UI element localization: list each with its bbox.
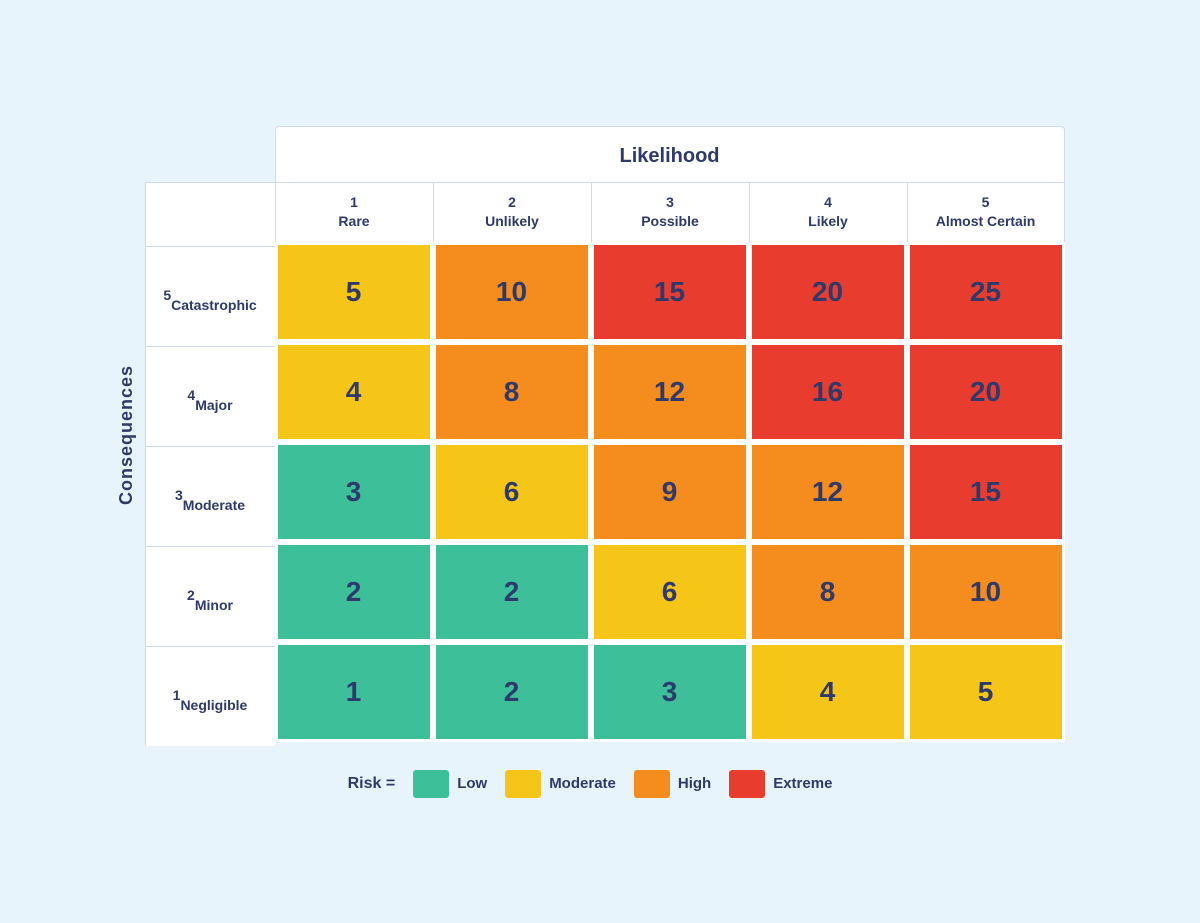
grid-section: 5Catastrophic4Major3Moderate2Minor1Negli… (145, 182, 1065, 746)
grid-cell: 20 (749, 242, 907, 342)
legend-swatch-moderate (505, 770, 541, 798)
legend-item: Low (413, 770, 487, 798)
grid-cell: 12 (749, 442, 907, 542)
grid-row: 12345 (275, 642, 1065, 742)
grid-cell: 2 (433, 542, 591, 642)
corner-cell (145, 182, 275, 246)
legend-item: High (634, 770, 711, 798)
col-headers-row: 1Rare2Unlikely3Possible4Likely5Almost Ce… (275, 182, 1065, 242)
col-header: 4Likely (749, 182, 907, 242)
grid-rows: 51015202548121620369121522681012345 (275, 242, 1065, 742)
grid-cell: 5 (275, 242, 433, 342)
matrix-inner: Likelihood 5Catastrophic4Major3Moderate2… (145, 126, 1065, 746)
grid-cell: 20 (907, 342, 1065, 442)
grid-cell: 8 (433, 342, 591, 442)
legend-label: High (678, 775, 711, 792)
chart-container: Consequences Likelihood 5Catastrophic4Ma… (96, 96, 1105, 828)
row-label-cell: 2Minor (145, 546, 275, 646)
grid-cell: 12 (591, 342, 749, 442)
row-label-cell: 3Moderate (145, 446, 275, 546)
grid-cell: 6 (433, 442, 591, 542)
matrix-wrapper: Consequences Likelihood 5Catastrophic4Ma… (116, 126, 1065, 746)
legend-swatch-high (634, 770, 670, 798)
likelihood-header: Likelihood (275, 126, 1065, 182)
legend-item: Extreme (729, 770, 832, 798)
grid-cell: 16 (749, 342, 907, 442)
grid-row: 510152025 (275, 242, 1065, 342)
legend-label: Moderate (549, 775, 616, 792)
grid-cell: 15 (907, 442, 1065, 542)
col-header: 3Possible (591, 182, 749, 242)
grid-cell: 8 (749, 542, 907, 642)
row-label-cell: 4Major (145, 346, 275, 446)
row-label-cell: 1Negligible (145, 646, 275, 746)
grid-cell: 2 (275, 542, 433, 642)
grid-row: 3691215 (275, 442, 1065, 542)
grid-cell: 3 (275, 442, 433, 542)
consequences-label: Consequences (116, 365, 137, 505)
grid-cell: 4 (749, 642, 907, 742)
legend-label: Low (457, 775, 487, 792)
grid-cell: 4 (275, 342, 433, 442)
grid-cell: 2 (433, 642, 591, 742)
grid-cell: 3 (591, 642, 749, 742)
legend: Risk = Low Moderate High Extreme (348, 770, 833, 798)
legend-items: Low Moderate High Extreme (413, 770, 832, 798)
grid-row: 48121620 (275, 342, 1065, 442)
legend-risk-label: Risk = (348, 775, 396, 793)
grid-cell: 15 (591, 242, 749, 342)
legend-label: Extreme (773, 775, 832, 792)
grid-cell: 9 (591, 442, 749, 542)
legend-swatch-extreme (729, 770, 765, 798)
col-header: 2Unlikely (433, 182, 591, 242)
row-label-cell: 5Catastrophic (145, 246, 275, 346)
grid-cell: 5 (907, 642, 1065, 742)
col-header: 5Almost Certain (907, 182, 1065, 242)
col-header: 1Rare (275, 182, 433, 242)
grid-cell: 10 (433, 242, 591, 342)
grid-cell: 10 (907, 542, 1065, 642)
legend-item: Moderate (505, 770, 616, 798)
grid-cell: 6 (591, 542, 749, 642)
col-headers-and-grid: 1Rare2Unlikely3Possible4Likely5Almost Ce… (275, 182, 1065, 746)
row-labels-container: 5Catastrophic4Major3Moderate2Minor1Negli… (145, 246, 275, 746)
grid-cell: 25 (907, 242, 1065, 342)
grid-row: 226810 (275, 542, 1065, 642)
grid-cell: 1 (275, 642, 433, 742)
legend-swatch-low (413, 770, 449, 798)
row-labels-col: 5Catastrophic4Major3Moderate2Minor1Negli… (145, 182, 275, 746)
